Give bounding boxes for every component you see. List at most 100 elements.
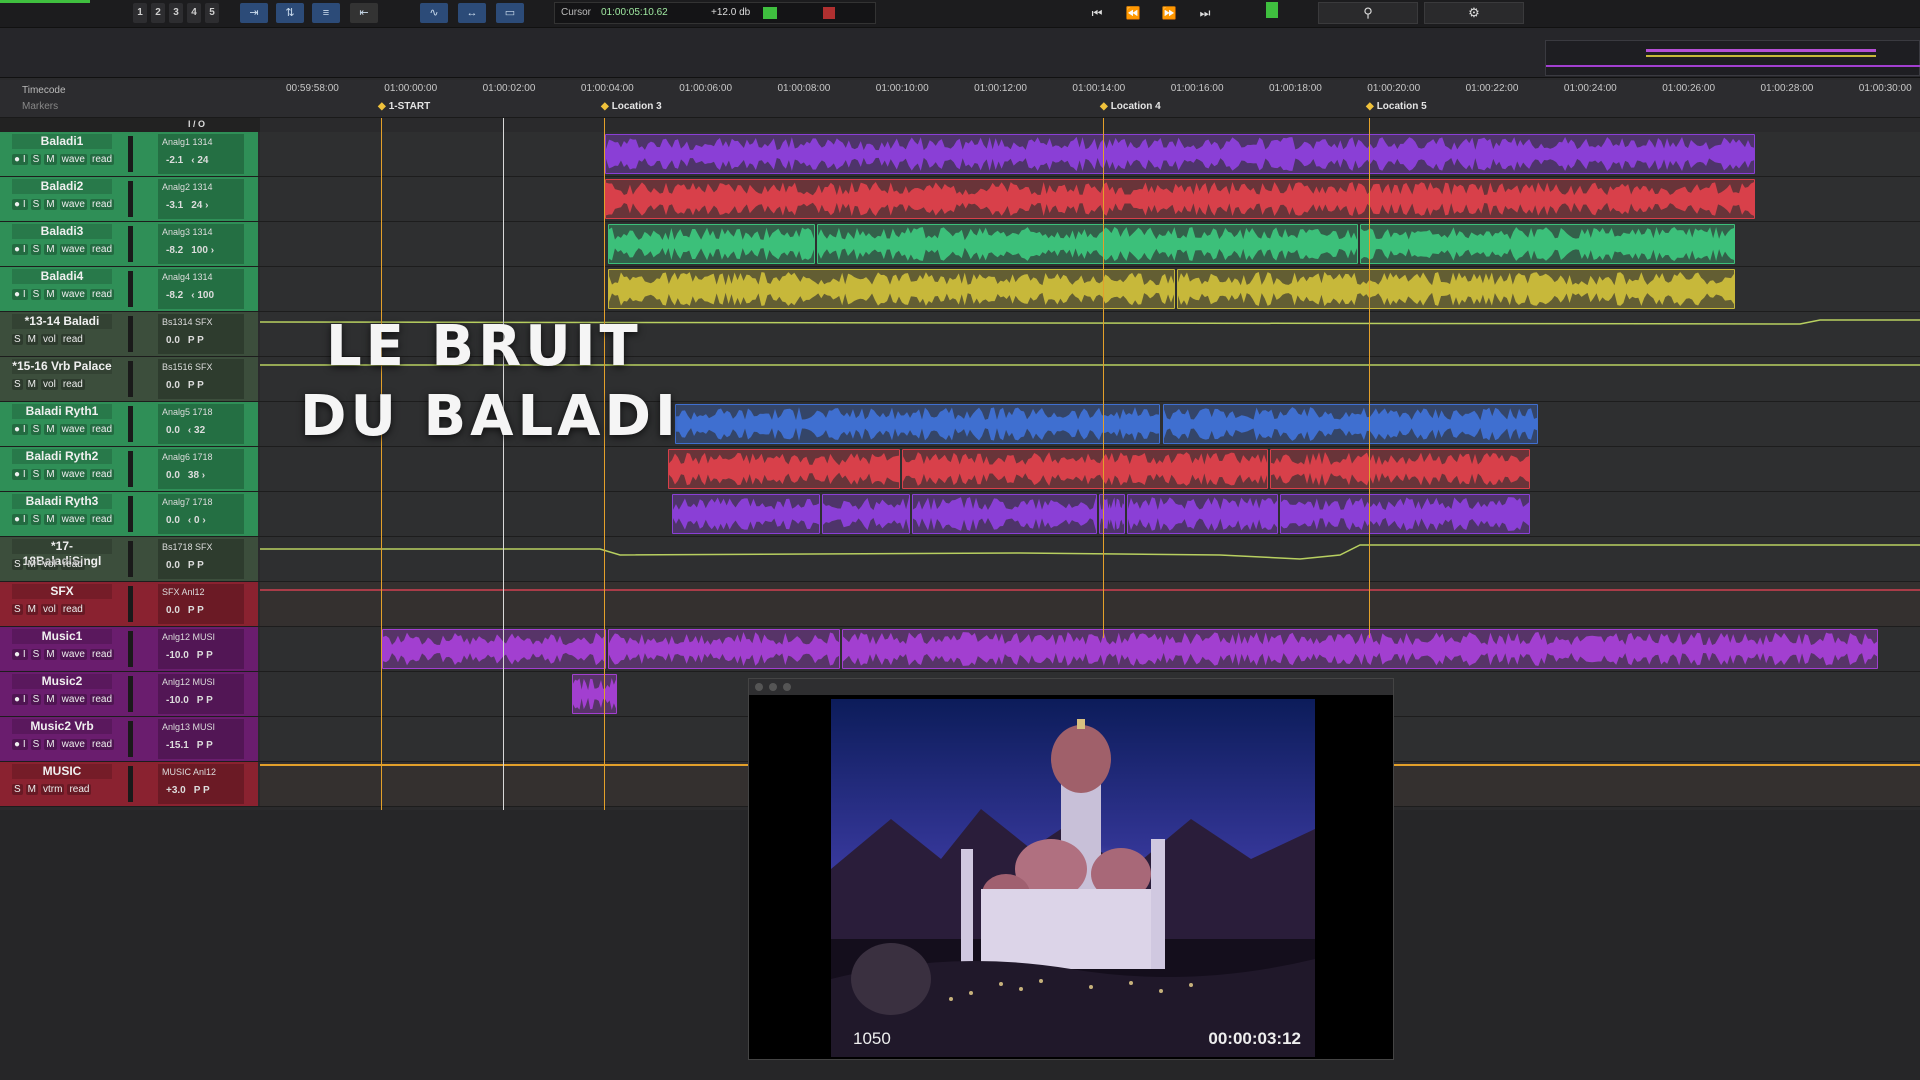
track-control-button[interactable]: ● I <box>12 739 28 750</box>
fast-forward-button[interactable]: ⏩ <box>1154 2 1184 24</box>
audio-clip[interactable] <box>842 629 1878 669</box>
track-control-button[interactable]: ● I <box>12 424 28 435</box>
track-io-routing[interactable]: Analg2 1314 <box>162 182 213 192</box>
track-lane[interactable] <box>260 492 1920 536</box>
track-control-button[interactable]: S <box>30 739 42 750</box>
minimize-icon[interactable] <box>769 683 777 691</box>
grab-tool-button[interactable]: ⇤ <box>350 3 378 23</box>
track-volume[interactable]: 0.0 <box>166 425 180 436</box>
audio-clip[interactable] <box>608 224 815 264</box>
track-control-button[interactable]: M <box>44 154 57 165</box>
track-control-button[interactable]: read <box>60 334 85 345</box>
close-icon[interactable] <box>755 683 763 691</box>
track-control-button[interactable]: M <box>44 739 57 750</box>
track-name[interactable]: Music2 Vrb <box>12 719 112 734</box>
track-control-button[interactable]: read <box>89 694 114 705</box>
track-name[interactable]: *13-14 Baladi <box>12 314 112 329</box>
track-control-button[interactable]: wave <box>59 694 87 705</box>
trim-tool-button[interactable]: ⇅ <box>276 3 304 23</box>
audio-clip[interactable] <box>672 494 820 534</box>
track-control-button[interactable]: vol <box>41 334 58 345</box>
track-volume[interactable]: 0.0 <box>166 380 180 391</box>
track-header[interactable]: Baladi3 ● I S Mwave read Analg3 1314 -8.2 100 › <box>0 222 258 266</box>
track-io-routing[interactable]: MUSIC Anl12 <box>162 767 216 777</box>
track-io-routing[interactable]: Analg6 1718 <box>162 452 213 462</box>
track-io-block[interactable]: Anlg13 MUSI -15.1 P P <box>158 719 244 759</box>
track-io-routing[interactable]: Bs1718 SFX <box>162 542 213 552</box>
track-control-button[interactable]: ● I <box>12 694 28 705</box>
track-lane[interactable] <box>260 582 1920 626</box>
track-io-routing[interactable]: Bs1314 SFX <box>162 317 213 327</box>
track-control-button[interactable]: ● I <box>12 289 28 300</box>
track-volume[interactable]: 0.0 <box>166 470 180 481</box>
track-control-button[interactable]: M <box>25 379 39 390</box>
track-control-button[interactable]: ● I <box>12 649 28 660</box>
track-lane[interactable] <box>260 267 1920 311</box>
go-to-start-button[interactable]: ⏮ <box>1082 2 1112 24</box>
track-name[interactable]: Music2 <box>12 674 112 689</box>
track-control-button[interactable]: read <box>89 649 114 660</box>
track-control-button[interactable]: wave <box>59 289 87 300</box>
audio-clip[interactable] <box>1163 404 1538 444</box>
track-pan[interactable]: P P <box>197 695 213 706</box>
track-control-button[interactable]: read <box>60 379 85 390</box>
marker-location-3[interactable]: Location 3 <box>601 101 662 112</box>
track-control-button[interactable]: vol <box>41 559 58 570</box>
track-io-block[interactable]: Analg1 1314 -2.1 ‹ 24 <box>158 134 244 174</box>
track-name[interactable]: Baladi2 <box>12 179 112 194</box>
track-io-block[interactable]: Anlg12 MUSI -10.0 P P <box>158 629 244 669</box>
track-control-button[interactable]: S <box>12 559 23 570</box>
automation-line[interactable] <box>260 537 1920 581</box>
track-io-routing[interactable]: Analg3 1314 <box>162 227 213 237</box>
track-pan[interactable]: ‹ 0 › <box>188 515 206 526</box>
track-control-button[interactable]: S <box>30 154 42 165</box>
track-control-button[interactable]: M <box>44 649 57 660</box>
view-preset-1-button[interactable]: 1 <box>133 3 147 23</box>
track-io-routing[interactable]: Anlg12 MUSI <box>162 632 215 642</box>
audio-clip[interactable] <box>605 179 1755 219</box>
track-control-button[interactable]: vtrm <box>41 784 65 795</box>
track-io-routing[interactable]: Analg4 1314 <box>162 272 213 282</box>
track-control-button[interactable]: wave <box>59 244 87 255</box>
audio-clip[interactable] <box>675 404 1160 444</box>
track-control-button[interactable]: S <box>30 424 42 435</box>
track-volume[interactable]: 0.0 <box>166 560 180 571</box>
track-io-routing[interactable]: Anlg12 MUSI <box>162 677 215 687</box>
zoom-tool-button[interactable]: ⇥ <box>240 3 268 23</box>
audio-clip[interactable] <box>572 674 617 714</box>
audio-clip[interactable] <box>1127 494 1278 534</box>
track-control-button[interactable]: read <box>89 739 114 750</box>
track-header[interactable]: Baladi4 ● I S Mwave read Analg4 1314 -8.2 ‹ 100 <box>0 267 258 311</box>
track-control-button[interactable]: S <box>12 334 23 345</box>
audio-clip[interactable] <box>1360 224 1735 264</box>
view-preset-4-button[interactable]: 4 <box>187 3 201 23</box>
rewind-button[interactable]: ⏪ <box>1118 2 1148 24</box>
track-pan[interactable]: ‹ 100 <box>191 290 214 301</box>
track-io-block[interactable]: SFX Anl12 0.0 P P <box>158 584 244 624</box>
track-control-button[interactable]: S <box>30 244 42 255</box>
track-control-button[interactable]: read <box>89 514 114 525</box>
track-name[interactable]: SFX <box>12 584 112 599</box>
track-control-button[interactable]: ● I <box>12 469 28 480</box>
track-name[interactable]: Baladi Ryth1 <box>12 404 112 419</box>
track-header[interactable]: SFX S Mvol read SFX Anl12 0.0 P P <box>0 582 258 626</box>
video-window[interactable]: 1050 00:00:03:12 <box>748 678 1394 1060</box>
track-volume[interactable]: -10.0 <box>166 650 189 661</box>
track-name[interactable]: *15-16 Vrb Palace <box>12 359 112 374</box>
mini-map[interactable] <box>1545 40 1920 76</box>
track-volume[interactable]: -10.0 <box>166 695 189 706</box>
select-tool-button[interactable]: ≡ <box>312 3 340 23</box>
track-io-block[interactable]: Bs1718 SFX 0.0 P P <box>158 539 244 579</box>
track-io-routing[interactable]: Bs1516 SFX <box>162 362 213 372</box>
track-control-button[interactable]: vol <box>41 379 58 390</box>
track-control-button[interactable]: ● I <box>12 244 28 255</box>
audio-clip[interactable] <box>1177 269 1735 309</box>
track-io-block[interactable]: Analg5 1718 0.0 ‹ 32 <box>158 404 244 444</box>
link-tool-button[interactable]: ∿ <box>420 3 448 23</box>
track-pan[interactable]: P P <box>197 650 213 661</box>
track-control-button[interactable]: read <box>89 154 114 165</box>
track-control-button[interactable]: M <box>44 244 57 255</box>
automation-line[interactable] <box>260 582 1920 626</box>
track-control-button[interactable]: wave <box>59 739 87 750</box>
track-pan[interactable]: P P <box>188 605 204 616</box>
